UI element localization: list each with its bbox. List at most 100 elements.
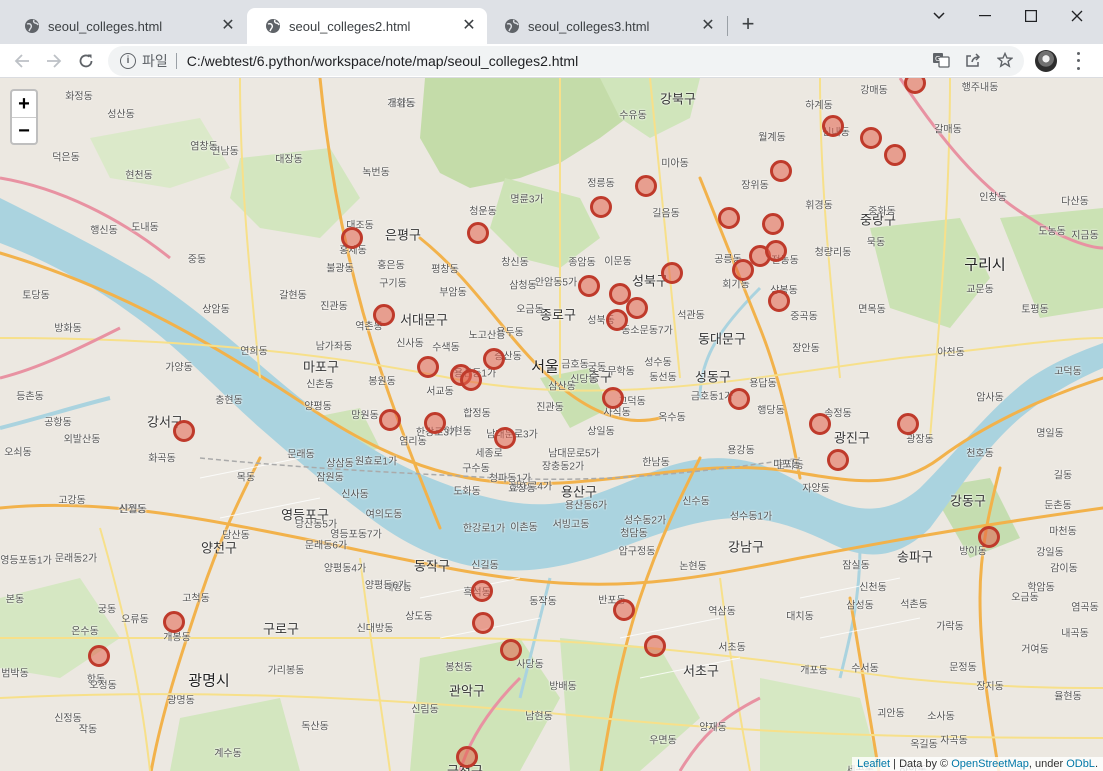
map-label: 휘경동 xyxy=(805,200,833,212)
college-marker[interactable] xyxy=(635,175,657,197)
college-marker[interactable] xyxy=(822,115,844,137)
college-marker[interactable] xyxy=(770,160,792,182)
college-marker[interactable] xyxy=(606,309,628,331)
college-marker[interactable] xyxy=(379,409,401,431)
map-label: 구기동 xyxy=(379,278,407,290)
college-marker[interactable] xyxy=(602,387,624,409)
tab-seoul-colleges3[interactable]: seoul_colleges3.html ✕ xyxy=(486,8,726,44)
map-label: 우면동 xyxy=(649,735,677,747)
map-label: 여의도동 xyxy=(365,509,403,521)
map-label: 괴안동 xyxy=(877,708,905,720)
map-label: 옥길동 xyxy=(910,739,938,751)
back-arrow-icon[interactable] xyxy=(10,49,34,73)
college-marker[interactable] xyxy=(472,612,494,634)
map-label: 삼성동 xyxy=(846,600,874,612)
openstreetmap-link[interactable]: OpenStreetMap xyxy=(951,758,1029,770)
college-marker[interactable] xyxy=(728,388,750,410)
map-label: 마천동 xyxy=(1049,526,1077,538)
new-tab-button[interactable]: + xyxy=(737,13,759,35)
map-label: 강남구 xyxy=(728,539,764,555)
college-marker[interactable] xyxy=(460,369,482,391)
map-label: 길동 xyxy=(1053,470,1073,482)
tab-title: seoul_colleges2.html xyxy=(289,18,411,34)
reload-icon[interactable] xyxy=(74,49,98,73)
college-marker[interactable] xyxy=(471,580,493,602)
map-label: 계수동 xyxy=(214,748,242,760)
map-label: 성산동 xyxy=(107,109,135,121)
tab-seoul-colleges[interactable]: seoul_colleges.html ✕ xyxy=(6,8,246,44)
map-label: 상도동 xyxy=(405,611,433,623)
map-label: 청담동 xyxy=(620,528,648,540)
map-label: 둔촌동 xyxy=(1044,500,1072,512)
url-text[interactable]: C:/webtest/6.python/workspace/note/map/s… xyxy=(187,53,578,69)
map-label: 관악구 xyxy=(449,683,485,699)
map-label: 방배동 xyxy=(549,681,577,693)
college-marker[interactable] xyxy=(827,449,849,471)
college-marker[interactable] xyxy=(373,304,395,326)
college-marker[interactable] xyxy=(644,635,666,657)
college-marker[interactable] xyxy=(765,240,787,262)
close-icon[interactable]: ✕ xyxy=(220,18,236,34)
info-icon[interactable]: i xyxy=(120,53,136,69)
close-icon[interactable]: ✕ xyxy=(461,18,477,34)
college-marker[interactable] xyxy=(809,413,831,435)
maximize-icon[interactable] xyxy=(1019,6,1043,26)
college-marker[interactable] xyxy=(424,412,446,434)
chevron-down-icon[interactable] xyxy=(927,6,951,26)
window-close-icon[interactable] xyxy=(1065,6,1089,26)
college-marker[interactable] xyxy=(456,746,478,768)
college-marker[interactable] xyxy=(88,645,110,667)
map-label: 잠원동 xyxy=(316,472,344,484)
college-marker[interactable] xyxy=(732,259,754,281)
map-label: 정릉동 xyxy=(587,178,615,190)
college-marker[interactable] xyxy=(417,356,439,378)
college-marker[interactable] xyxy=(718,207,740,229)
kebab-menu-icon[interactable] xyxy=(1070,50,1086,72)
map-label: 신길동 xyxy=(471,560,499,572)
map-label: 덕은동 xyxy=(52,152,80,164)
close-icon[interactable]: ✕ xyxy=(700,18,716,34)
zoom-in-button[interactable]: + xyxy=(12,91,36,117)
leaflet-link[interactable]: Leaflet xyxy=(857,758,890,770)
college-marker[interactable] xyxy=(661,262,683,284)
college-marker[interactable] xyxy=(494,427,516,449)
leaflet-map[interactable]: 강북구 은평구 종로구 성북구 중랑구 구리시 서대문구 동대문구 마포구 서울 중구 성동구 강서구 광… xyxy=(0,78,1103,771)
college-marker[interactable] xyxy=(897,413,919,435)
college-marker[interactable] xyxy=(613,599,635,621)
map-label: 봉원동 xyxy=(368,376,396,388)
college-marker[interactable] xyxy=(173,420,195,442)
map-label: 행신동 xyxy=(90,225,118,237)
college-marker[interactable] xyxy=(978,526,1000,548)
college-marker[interactable] xyxy=(768,290,790,312)
profile-avatar[interactable] xyxy=(1035,50,1057,72)
forward-arrow-icon[interactable] xyxy=(42,49,66,73)
tab-seoul-colleges2[interactable]: seoul_colleges2.html ✕ xyxy=(247,8,487,44)
map-label: 공항동 xyxy=(44,417,72,429)
college-marker[interactable] xyxy=(467,222,489,244)
odbl-link[interactable]: ODbL xyxy=(1066,758,1095,770)
college-marker[interactable] xyxy=(483,348,505,370)
college-marker[interactable] xyxy=(163,611,185,633)
map-label: 논현동 xyxy=(679,561,707,573)
map-label: 염곡동 xyxy=(1071,602,1099,614)
college-marker[interactable] xyxy=(578,275,600,297)
map-label: 도내동 xyxy=(131,222,159,234)
college-marker[interactable] xyxy=(884,144,906,166)
translate-icon[interactable]: G xyxy=(932,51,950,69)
zoom-out-button[interactable]: − xyxy=(12,117,36,143)
college-marker[interactable] xyxy=(590,196,612,218)
address-bar[interactable]: i 파일 C:/webtest/6.python/workspace/note/… xyxy=(108,46,1024,76)
minimize-icon[interactable] xyxy=(973,6,997,26)
college-marker[interactable] xyxy=(341,227,363,249)
share-icon[interactable] xyxy=(964,51,982,69)
bookmark-star-icon[interactable] xyxy=(996,51,1014,69)
college-marker[interactable] xyxy=(860,127,882,149)
college-marker[interactable] xyxy=(500,639,522,661)
map-label: 창신동 xyxy=(501,257,529,269)
map-label: 사당동 xyxy=(516,659,544,671)
college-marker[interactable] xyxy=(626,297,648,319)
map-label: 도화동 xyxy=(453,486,481,498)
map-label: 도농동 xyxy=(1038,226,1066,238)
college-marker[interactable] xyxy=(762,213,784,235)
map-label: 학암동 xyxy=(1027,582,1055,594)
